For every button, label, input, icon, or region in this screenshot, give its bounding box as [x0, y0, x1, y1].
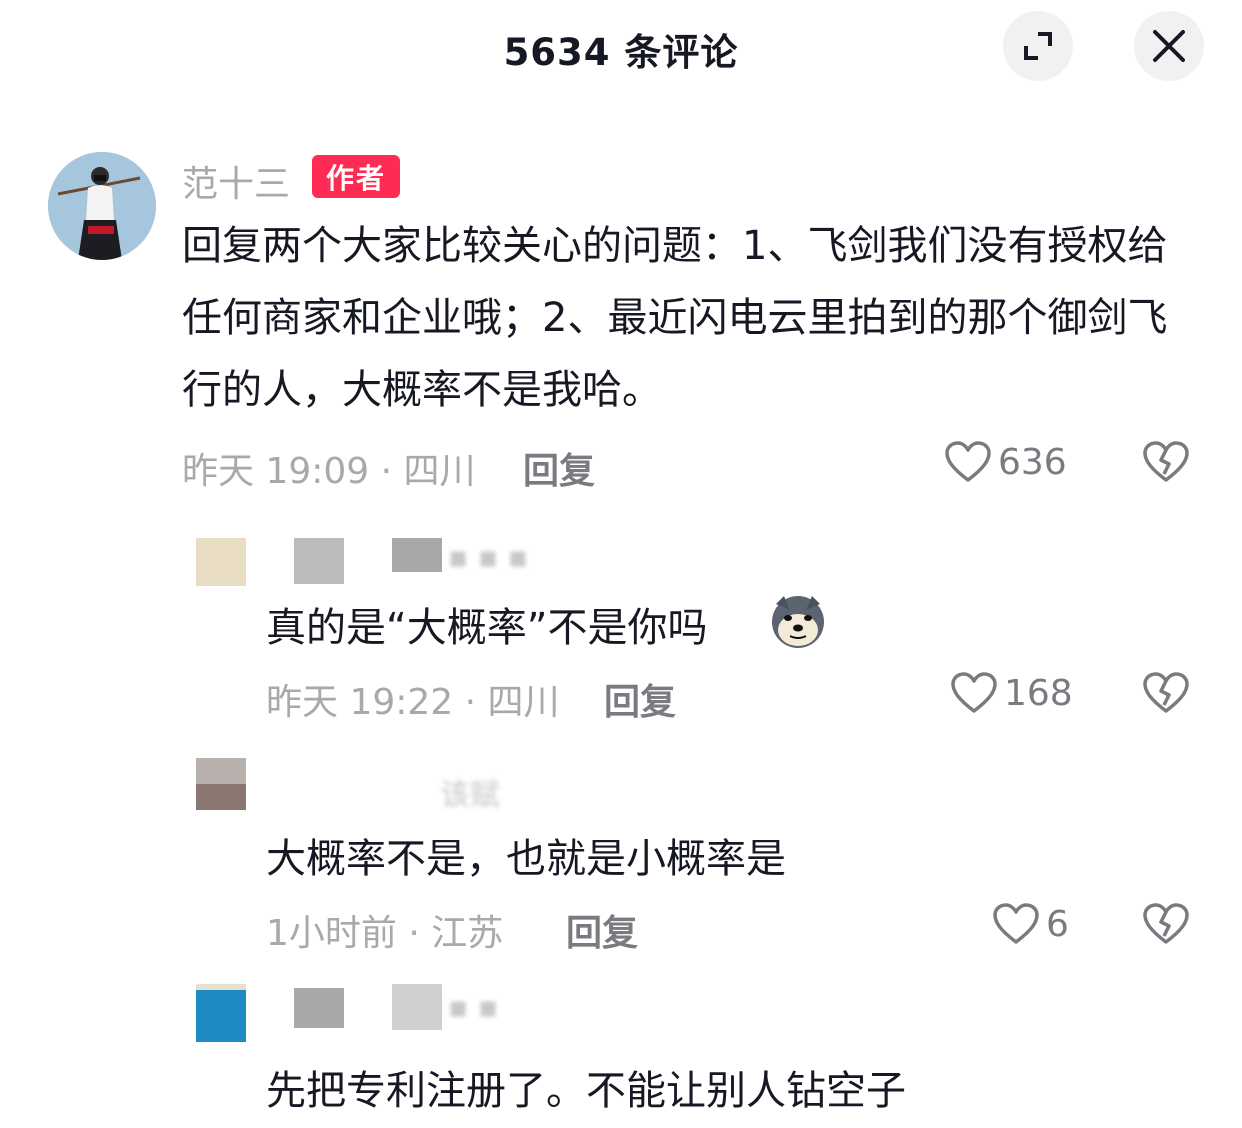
doge-emoji-icon [768, 590, 828, 650]
blurred-username: ▪ ▪ ▪ [448, 540, 529, 575]
avatar-image [48, 152, 156, 260]
broken-heart-icon [1143, 903, 1189, 944]
reply-like-count: 168 [1004, 672, 1073, 714]
reply-dislike-button[interactable] [1142, 671, 1190, 719]
author-badge: 作者 [312, 155, 400, 198]
heart-icon [945, 441, 991, 482]
reply-text: 大概率不是，也就是小概率是 [266, 836, 786, 882]
blurred-username: 该赋 [440, 778, 500, 813]
heart-icon [951, 672, 997, 713]
reply-reply-button[interactable]: 回复 [566, 904, 638, 956]
main-dislike-button[interactable] [1142, 440, 1190, 488]
heart-icon [993, 903, 1039, 944]
reply-reply-button[interactable]: 回复 [604, 673, 676, 725]
close-button[interactable] [1134, 11, 1204, 81]
author-username[interactable]: 范十三 [182, 155, 290, 207]
broken-heart-icon [1143, 441, 1189, 482]
redacted-username-block [294, 538, 344, 584]
blurred-username: ▪ ▪ [448, 990, 499, 1025]
reply-time-location: 昨天 19:22 · 四川 [266, 682, 560, 723]
reply-dislike-button[interactable] [1142, 902, 1190, 950]
expand-icon [1024, 32, 1052, 60]
reply-avatar[interactable] [196, 984, 246, 1042]
reply-avatar[interactable] [196, 538, 246, 586]
redacted-username-block [294, 988, 344, 1028]
main-reply-button[interactable]: 回复 [523, 442, 595, 494]
expand-button[interactable] [1003, 11, 1073, 81]
reply-like-button[interactable]: 168 [950, 671, 1073, 715]
reply-like-button[interactable]: 6 [992, 902, 1069, 946]
close-icon [1153, 30, 1185, 62]
author-avatar[interactable] [48, 152, 156, 260]
redacted-username-block [392, 984, 442, 1030]
reply-avatar[interactable] [196, 758, 246, 810]
reply-time-location: 1小时前 · 江苏 [266, 913, 504, 954]
main-comment-time-location: 昨天 19:09 · 四川 [182, 451, 476, 492]
main-comment-text: 回复两个大家比较关心的问题：1、飞剑我们没有授权给任何商家和企业哦；2、最近闪电… [182, 223, 1168, 413]
reply-text: 先把专利注册了。不能让别人钻空子 [266, 1068, 906, 1114]
reply-like-count: 6 [1046, 903, 1069, 945]
broken-heart-icon [1143, 672, 1189, 713]
main-like-count: 636 [998, 441, 1067, 483]
main-like-button[interactable]: 636 [944, 440, 1067, 484]
reply-text: 真的是“大概率”不是你吗 [266, 605, 708, 651]
redacted-username-block [392, 538, 442, 572]
